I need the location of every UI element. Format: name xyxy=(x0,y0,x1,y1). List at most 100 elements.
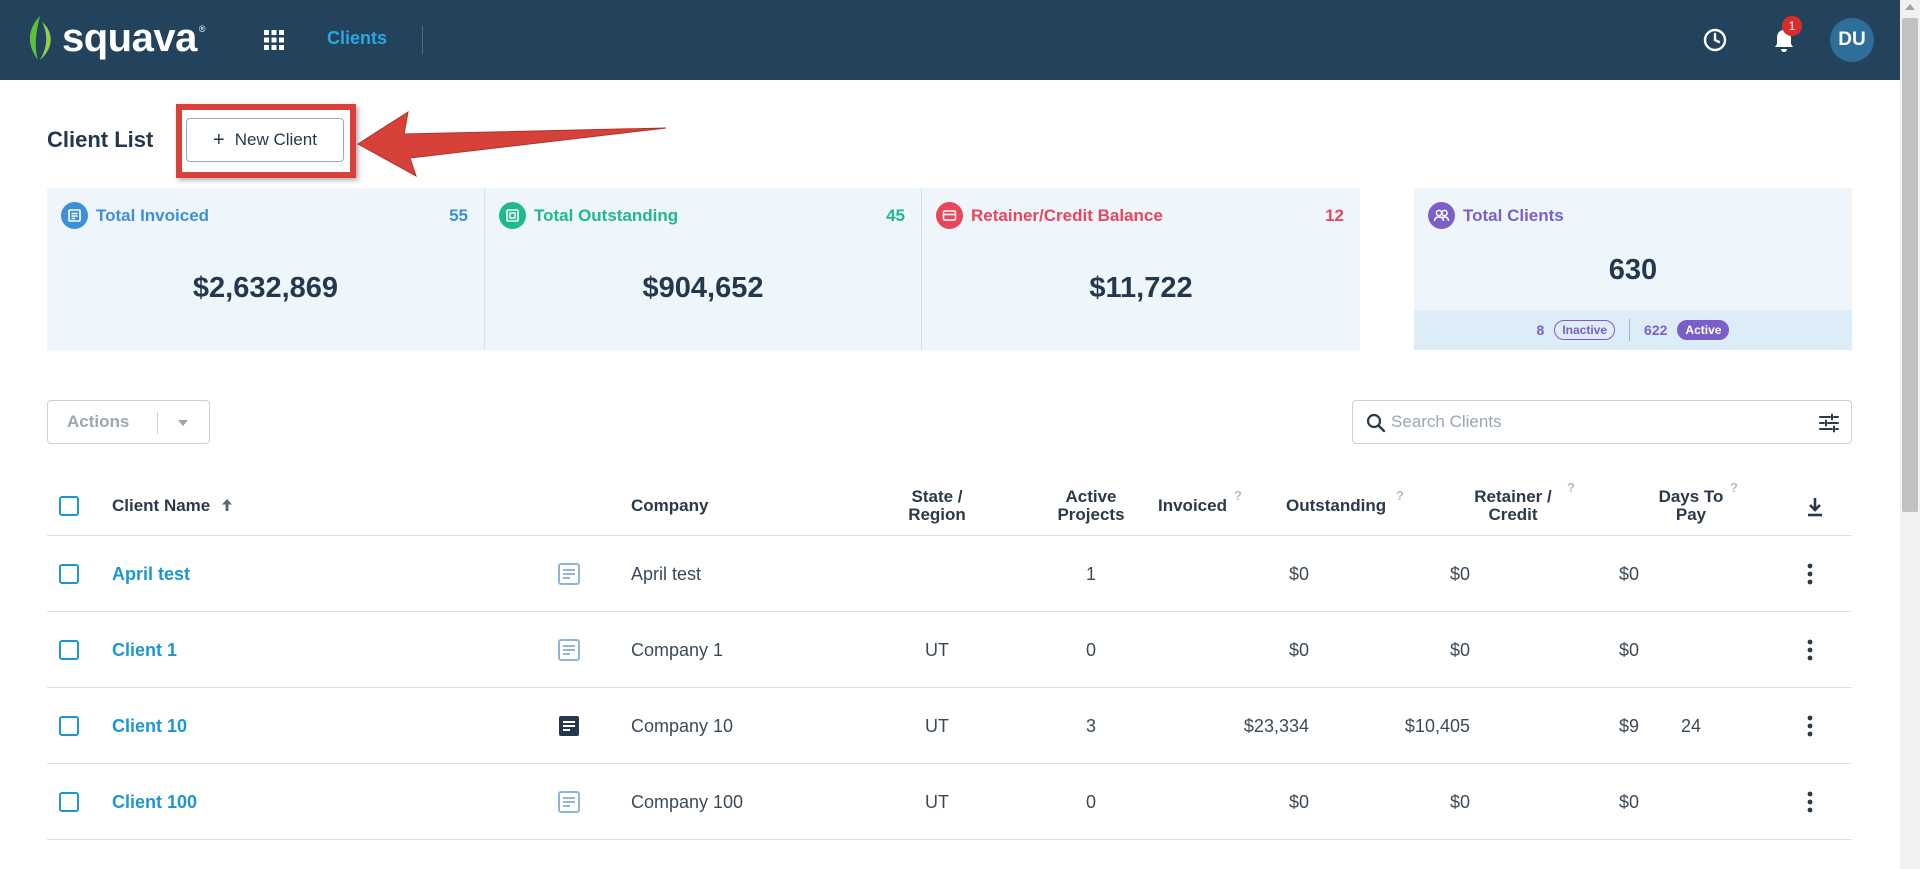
stat-amount: $904,652 xyxy=(642,272,764,304)
stat-total-clients[interactable]: Total Clients 630 8 Inactive 622 Active xyxy=(1414,188,1852,350)
select-all-checkbox[interactable] xyxy=(59,496,79,516)
table-row[interactable]: Client 100 Company 100 UT 0 $0 $0 $0 xyxy=(47,764,1852,840)
invoiced-cell: $0 xyxy=(1288,792,1309,812)
new-client-label: New Client xyxy=(234,130,317,149)
company-cell: April test xyxy=(631,564,702,584)
stat-label: Retainer/Credit Balance xyxy=(971,205,1163,225)
credit-card-icon xyxy=(936,202,963,229)
active-projects-cell: 3 xyxy=(1085,716,1096,736)
notes-icon[interactable] xyxy=(556,789,582,815)
stat-retainer-credit-balance[interactable]: Retainer/Credit Balance 12 $11,722 xyxy=(921,188,1360,350)
outstanding-icon xyxy=(499,202,526,229)
stat-header: Total Invoiced xyxy=(61,202,209,229)
actions-dropdown[interactable]: Actions xyxy=(47,400,210,444)
col-state-line1: State / xyxy=(911,487,963,506)
invoiced-help-icon[interactable]: ? xyxy=(1234,488,1242,503)
row-menu-icon[interactable] xyxy=(1806,714,1814,738)
filter-settings-icon[interactable] xyxy=(1817,411,1841,435)
client-name-link[interactable]: Client 1 xyxy=(112,640,177,661)
invoiced-cell: $0 xyxy=(1288,564,1309,584)
caret-down-icon[interactable] xyxy=(178,420,188,426)
outstanding-cell: $0 xyxy=(1449,640,1470,660)
retainer-cell: $0 xyxy=(1618,640,1639,660)
col-active-line1: Active xyxy=(1065,487,1117,506)
row-checkbox[interactable] xyxy=(59,564,79,584)
active-projects-cell: 1 xyxy=(1085,564,1096,584)
row-menu-icon[interactable] xyxy=(1806,790,1814,814)
search-icon xyxy=(1366,413,1386,433)
col-days-line2: Pay xyxy=(1675,505,1707,524)
col-invoiced[interactable]: Invoiced xyxy=(1158,497,1227,515)
table-row[interactable]: April test April test 1 $0 $0 $0 xyxy=(47,536,1852,612)
retainer-help-icon[interactable]: ? xyxy=(1567,480,1575,495)
table-row[interactable]: Client 10 Company 10 UT 3 $23,334 $10,40… xyxy=(47,688,1852,764)
col-retainer-line1: Retainer / xyxy=(1474,487,1552,506)
invoice-icon xyxy=(61,202,88,229)
search-input[interactable] xyxy=(1391,402,1791,442)
stat-total-invoiced[interactable]: Total Invoiced 55 $2,632,869 xyxy=(47,188,484,350)
active-badge[interactable]: Active xyxy=(1677,320,1730,340)
clock-icon[interactable] xyxy=(1702,27,1728,53)
row-checkbox[interactable] xyxy=(59,640,79,660)
stat-total-outstanding[interactable]: Total Outstanding 45 $904,652 xyxy=(484,188,921,350)
stat-header: Retainer/Credit Balance xyxy=(936,202,1163,229)
col-active-projects[interactable]: Active Projects xyxy=(1041,488,1141,524)
stat-amount: $2,632,869 xyxy=(192,272,339,304)
row-checkbox[interactable] xyxy=(59,716,79,736)
active-projects-cell: 0 xyxy=(1085,640,1096,660)
col-state-region[interactable]: State / Region xyxy=(877,488,997,524)
days-help-icon[interactable]: ? xyxy=(1730,480,1738,495)
inactive-count: 8 xyxy=(1536,322,1545,338)
scroll-up-arrow-icon[interactable] xyxy=(1905,4,1915,10)
state-cell: UT xyxy=(925,792,949,812)
download-icon[interactable] xyxy=(1805,496,1825,518)
notes-filled-icon[interactable] xyxy=(556,713,582,739)
row-menu-icon[interactable] xyxy=(1806,638,1814,662)
company-cell: Company 1 xyxy=(631,640,724,660)
col-client-name[interactable]: Client Name xyxy=(112,497,233,515)
search-box xyxy=(1352,400,1852,444)
col-state-line2: Region xyxy=(908,505,966,524)
apps-grid-icon[interactable] xyxy=(262,28,286,52)
col-active-line2: Projects xyxy=(1057,505,1125,524)
total-clients-count: 630 xyxy=(1608,254,1658,286)
days-to-pay-cell: 24 xyxy=(1680,716,1702,736)
state-cell: UT xyxy=(925,716,949,736)
client-name-link[interactable]: April test xyxy=(112,564,190,585)
stats-summary: Total Invoiced 55 $2,632,869 Total Outst… xyxy=(47,188,1360,350)
outstanding-cell: $0 xyxy=(1449,792,1470,812)
outstanding-help-icon[interactable]: ? xyxy=(1396,488,1404,503)
state-cell: UT xyxy=(925,640,949,660)
row-menu-icon[interactable] xyxy=(1806,562,1814,586)
stat-header: Total Clients xyxy=(1428,202,1564,229)
nav-clients-link[interactable]: Clients xyxy=(327,28,387,49)
inactive-badge[interactable]: Inactive xyxy=(1554,320,1616,340)
stat-count: 12 xyxy=(1325,206,1344,225)
company-cell: Company 10 xyxy=(631,716,734,736)
squava-logo[interactable]: squava ® xyxy=(24,12,206,64)
company-cell: Company 100 xyxy=(631,792,744,812)
client-name-link[interactable]: Client 10 xyxy=(112,716,187,737)
col-outstanding[interactable]: Outstanding xyxy=(1286,497,1386,515)
client-name-link[interactable]: Client 100 xyxy=(112,792,197,813)
outstanding-cell: $10,405 xyxy=(1404,716,1470,736)
new-client-button[interactable]: + New Client xyxy=(186,118,344,162)
notes-icon[interactable] xyxy=(556,561,582,587)
retainer-cell: $0 xyxy=(1618,792,1639,812)
col-company[interactable]: Company xyxy=(631,497,708,515)
user-avatar[interactable]: DU xyxy=(1830,18,1874,62)
col-retainer-credit[interactable]: Retainer / Credit xyxy=(1458,488,1568,524)
row-checkbox[interactable] xyxy=(59,792,79,812)
col-client-name-label: Client Name xyxy=(112,496,211,515)
brand-name: squava xyxy=(62,15,197,60)
active-projects-cell: 0 xyxy=(1085,792,1096,812)
col-days-to-pay[interactable]: Days To Pay xyxy=(1646,488,1736,524)
sort-ascending-icon[interactable] xyxy=(221,498,233,512)
stat-amount: $11,722 xyxy=(1089,272,1193,304)
scrollbar-thumb[interactable] xyxy=(1902,18,1918,512)
table-row[interactable]: Client 1 Company 1 UT 0 $0 $0 $0 xyxy=(47,612,1852,688)
col-days-line1: Days To xyxy=(1658,487,1724,506)
notes-icon[interactable] xyxy=(556,637,582,663)
plus-icon: + xyxy=(213,128,225,151)
actions-divider xyxy=(157,412,158,434)
